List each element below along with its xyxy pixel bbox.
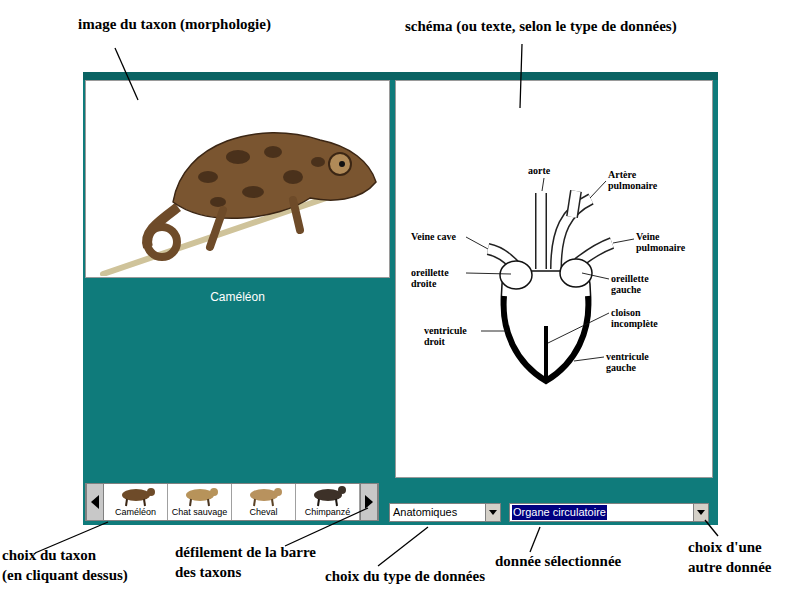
- diagram-label: cloisonincomplète: [611, 307, 658, 329]
- taxon-image: [85, 80, 390, 278]
- diagram-label-line: oreillette: [611, 273, 649, 284]
- taxon-button[interactable]: Cheval: [232, 484, 296, 520]
- annotation: image du taxon (morphologie): [78, 14, 271, 34]
- annotation-line: autre donnée: [688, 557, 771, 577]
- diagram-label: Veine cave: [411, 231, 456, 242]
- taxon-thumbnail-icon: [178, 485, 222, 507]
- data-type-select-value: Anatomiques: [392, 505, 458, 520]
- annotation-line: donnée sélectionnée: [495, 551, 621, 571]
- annotation-line: image du taxon (morphologie): [78, 14, 271, 34]
- data-item-select[interactable]: Organe circulatoire: [509, 503, 709, 522]
- scroll-right-button[interactable]: [360, 484, 378, 520]
- data-item-select-value: Organe circulatoire: [512, 505, 607, 520]
- diagram-label-line: Veine: [636, 231, 685, 242]
- taxon-thumbnail-icon: [306, 485, 350, 507]
- data-type-select[interactable]: Anatomiques: [389, 503, 501, 522]
- left-column: Caméléon: [85, 80, 390, 478]
- taxon-thumbnail-icon: [114, 485, 158, 507]
- title-bar: [83, 72, 718, 80]
- app-window: CaméléonaorteArtèrepulmonaireVeine caveV…: [83, 72, 718, 525]
- chameleon-icon: [88, 82, 388, 276]
- diagram-label-line: gauche: [611, 284, 649, 295]
- taxon-button[interactable]: Chimpanzé: [296, 484, 360, 520]
- annotation: schéma (ou texte, selon le type de donné…: [405, 16, 677, 36]
- diagram-label-line: cloison: [611, 307, 658, 318]
- data-item-select-arrow-button[interactable]: [693, 504, 708, 521]
- annotation-line: (en cliquant dessus): [2, 565, 128, 585]
- bottom-bar: Caméléon Chat sauvage Cheval Chimpanzé Anato…: [83, 478, 718, 522]
- annotation-line: choix d'une: [688, 537, 771, 557]
- annotation-line: choix du taxon: [2, 545, 128, 565]
- taxon-caption: Cheval: [249, 507, 277, 518]
- right-arrow-icon: [364, 494, 374, 510]
- schema-panel: aorteArtèrepulmonaireVeine caveVeinepulm…: [395, 80, 713, 478]
- diagram-label-line: droit: [424, 336, 467, 347]
- taxon-button[interactable]: Chat sauvage: [168, 484, 232, 520]
- data-type-select-arrow-button[interactable]: [485, 504, 500, 521]
- dropdown-arrow-icon: [489, 510, 497, 515]
- diagram-label-line: oreillette: [411, 267, 449, 278]
- annotation-line: des taxons: [175, 562, 316, 582]
- window-area: CaméléonaorteArtèrepulmonaireVeine caveV…: [0, 0, 800, 525]
- taxon-caption: Caméléon: [115, 507, 156, 518]
- diagram-label-line: Veine cave: [411, 231, 456, 242]
- diagram-label-line: ventricule: [606, 351, 649, 362]
- diagram-label-line: droite: [411, 278, 449, 289]
- data-item-select-value-area: Organe circulatoire: [510, 504, 693, 521]
- annotation: choix du taxon(en cliquant dessus): [2, 545, 128, 585]
- diagram-label-line: ventricule: [424, 325, 467, 336]
- left-arrow-icon: [90, 494, 100, 510]
- diagram-label-line: Artère: [608, 169, 657, 180]
- page: CaméléonaorteArtèrepulmonaireVeine caveV…: [0, 0, 800, 600]
- diagram-label-line: pulmonaire: [608, 180, 657, 191]
- diagram-label-line: gauche: [606, 362, 649, 373]
- diagram-label: aorte: [528, 165, 550, 176]
- diagram-label-line: incomplète: [611, 318, 658, 329]
- diagram-label: ventriculegauche: [606, 351, 649, 373]
- diagram-label: Veinepulmonaire: [636, 231, 685, 253]
- data-selectors: Anatomiques Organe circulatoire: [389, 503, 709, 522]
- data-type-select-value-area: Anatomiques: [390, 504, 485, 521]
- taxon-caption: Chimpanzé: [305, 507, 351, 518]
- annotation-line: choix du type de données: [325, 566, 485, 586]
- content-row: CaméléonaorteArtèrepulmonaireVeine caveV…: [83, 80, 718, 478]
- taxon-thumbnail-icon: [242, 485, 286, 507]
- taxon-button[interactable]: Caméléon: [104, 484, 168, 520]
- diagram-label: oreillettegauche: [611, 273, 649, 295]
- diagram-label-line: aorte: [528, 165, 550, 176]
- diagram-label: oreillettedroite: [411, 267, 449, 289]
- annotation: donnée sélectionnée: [495, 551, 621, 571]
- annotation-lines: [0, 0, 800, 600]
- diagram-label: ventriculedroit: [424, 325, 467, 347]
- annotation: choix du type de données: [325, 566, 485, 586]
- dropdown-arrow-icon: [697, 510, 705, 515]
- annotation-line: défilement de la barre: [175, 542, 316, 562]
- diagram-label-line: pulmonaire: [636, 242, 685, 253]
- scroll-left-button[interactable]: [86, 484, 104, 520]
- taxon-caption: Chat sauvage: [172, 507, 228, 518]
- taxon-name: Caméléon: [85, 288, 390, 306]
- heart-diagram-icon: [396, 81, 712, 477]
- diagram-label: Artèrepulmonaire: [608, 169, 657, 191]
- annotation-line: schéma (ou texte, selon le type de donné…: [405, 16, 677, 36]
- taxa-bar: Caméléon Chat sauvage Cheval Chimpanzé: [85, 483, 379, 521]
- annotation: choix d'uneautre donnée: [688, 537, 771, 577]
- annotation: défilement de la barredes taxons: [175, 542, 316, 582]
